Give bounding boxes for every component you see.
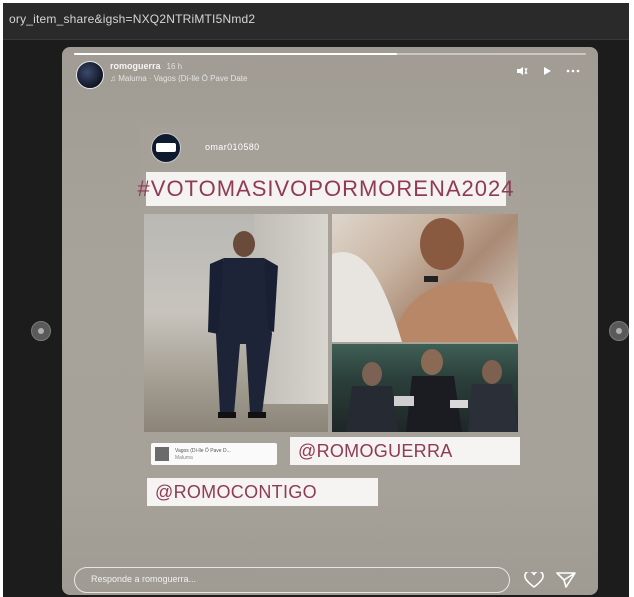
music-sticker[interactable]: Vagos (Dí-lle Ô Pave D... Maluma (151, 443, 277, 465)
reshared-avatar[interactable] (151, 133, 181, 163)
story-progress-fill (74, 53, 397, 55)
photo-press-conference (332, 344, 518, 432)
heart-icon[interactable] (524, 570, 544, 593)
more-icon[interactable] (566, 63, 580, 81)
mention-sticker-romocontigo[interactable]: @ROMOCONTIGO (147, 478, 378, 506)
hashtag-sticker[interactable]: #VOTOMASIVOPORMORENA2024 (138, 172, 513, 206)
music-track: Vagos (Dí-lle Ô Pave D... (175, 448, 231, 454)
circle-icon (616, 328, 622, 334)
story-time: 16 h (166, 62, 183, 71)
reply-placeholder[interactable]: Responde a romoguerra... (91, 574, 196, 584)
story-music-label[interactable]: ♫ Maluma · Vagos (Dí-lle Ô Pave Date (110, 74, 247, 83)
photo-close-up (332, 214, 518, 342)
speaker-icon[interactable] (516, 63, 528, 81)
photo-man-in-suit (144, 214, 328, 432)
story-username[interactable]: romoguerra 16 h (110, 61, 182, 71)
story-progress-bar (74, 53, 586, 55)
address-bar[interactable]: ory_item_share&igsh=NXQ2NTRiMTI5Nmd2 (3, 3, 629, 40)
next-story-button[interactable] (609, 321, 629, 341)
reshared-username[interactable]: omar010580 (205, 142, 260, 152)
story-controls (516, 63, 580, 81)
reply-input[interactable]: Responde a romoguerra... (74, 567, 510, 593)
mention-sticker-romoguerra[interactable]: @ROMOGUERRA (290, 437, 520, 465)
previous-story-button[interactable] (31, 321, 51, 341)
send-icon[interactable] (556, 571, 576, 594)
music-artist: Maluma (175, 455, 193, 461)
username-text[interactable]: romoguerra (110, 61, 161, 71)
album-thumbnail (155, 447, 169, 461)
avatar[interactable] (76, 61, 104, 89)
url-text[interactable]: ory_item_share&igsh=NXQ2NTRiMTI5Nmd2 (9, 12, 255, 26)
circle-icon (38, 328, 44, 334)
story-viewer[interactable]: romoguerra 16 h ♫ Maluma · Vagos (Dí-lle … (62, 47, 598, 595)
play-icon[interactable] (542, 63, 552, 81)
